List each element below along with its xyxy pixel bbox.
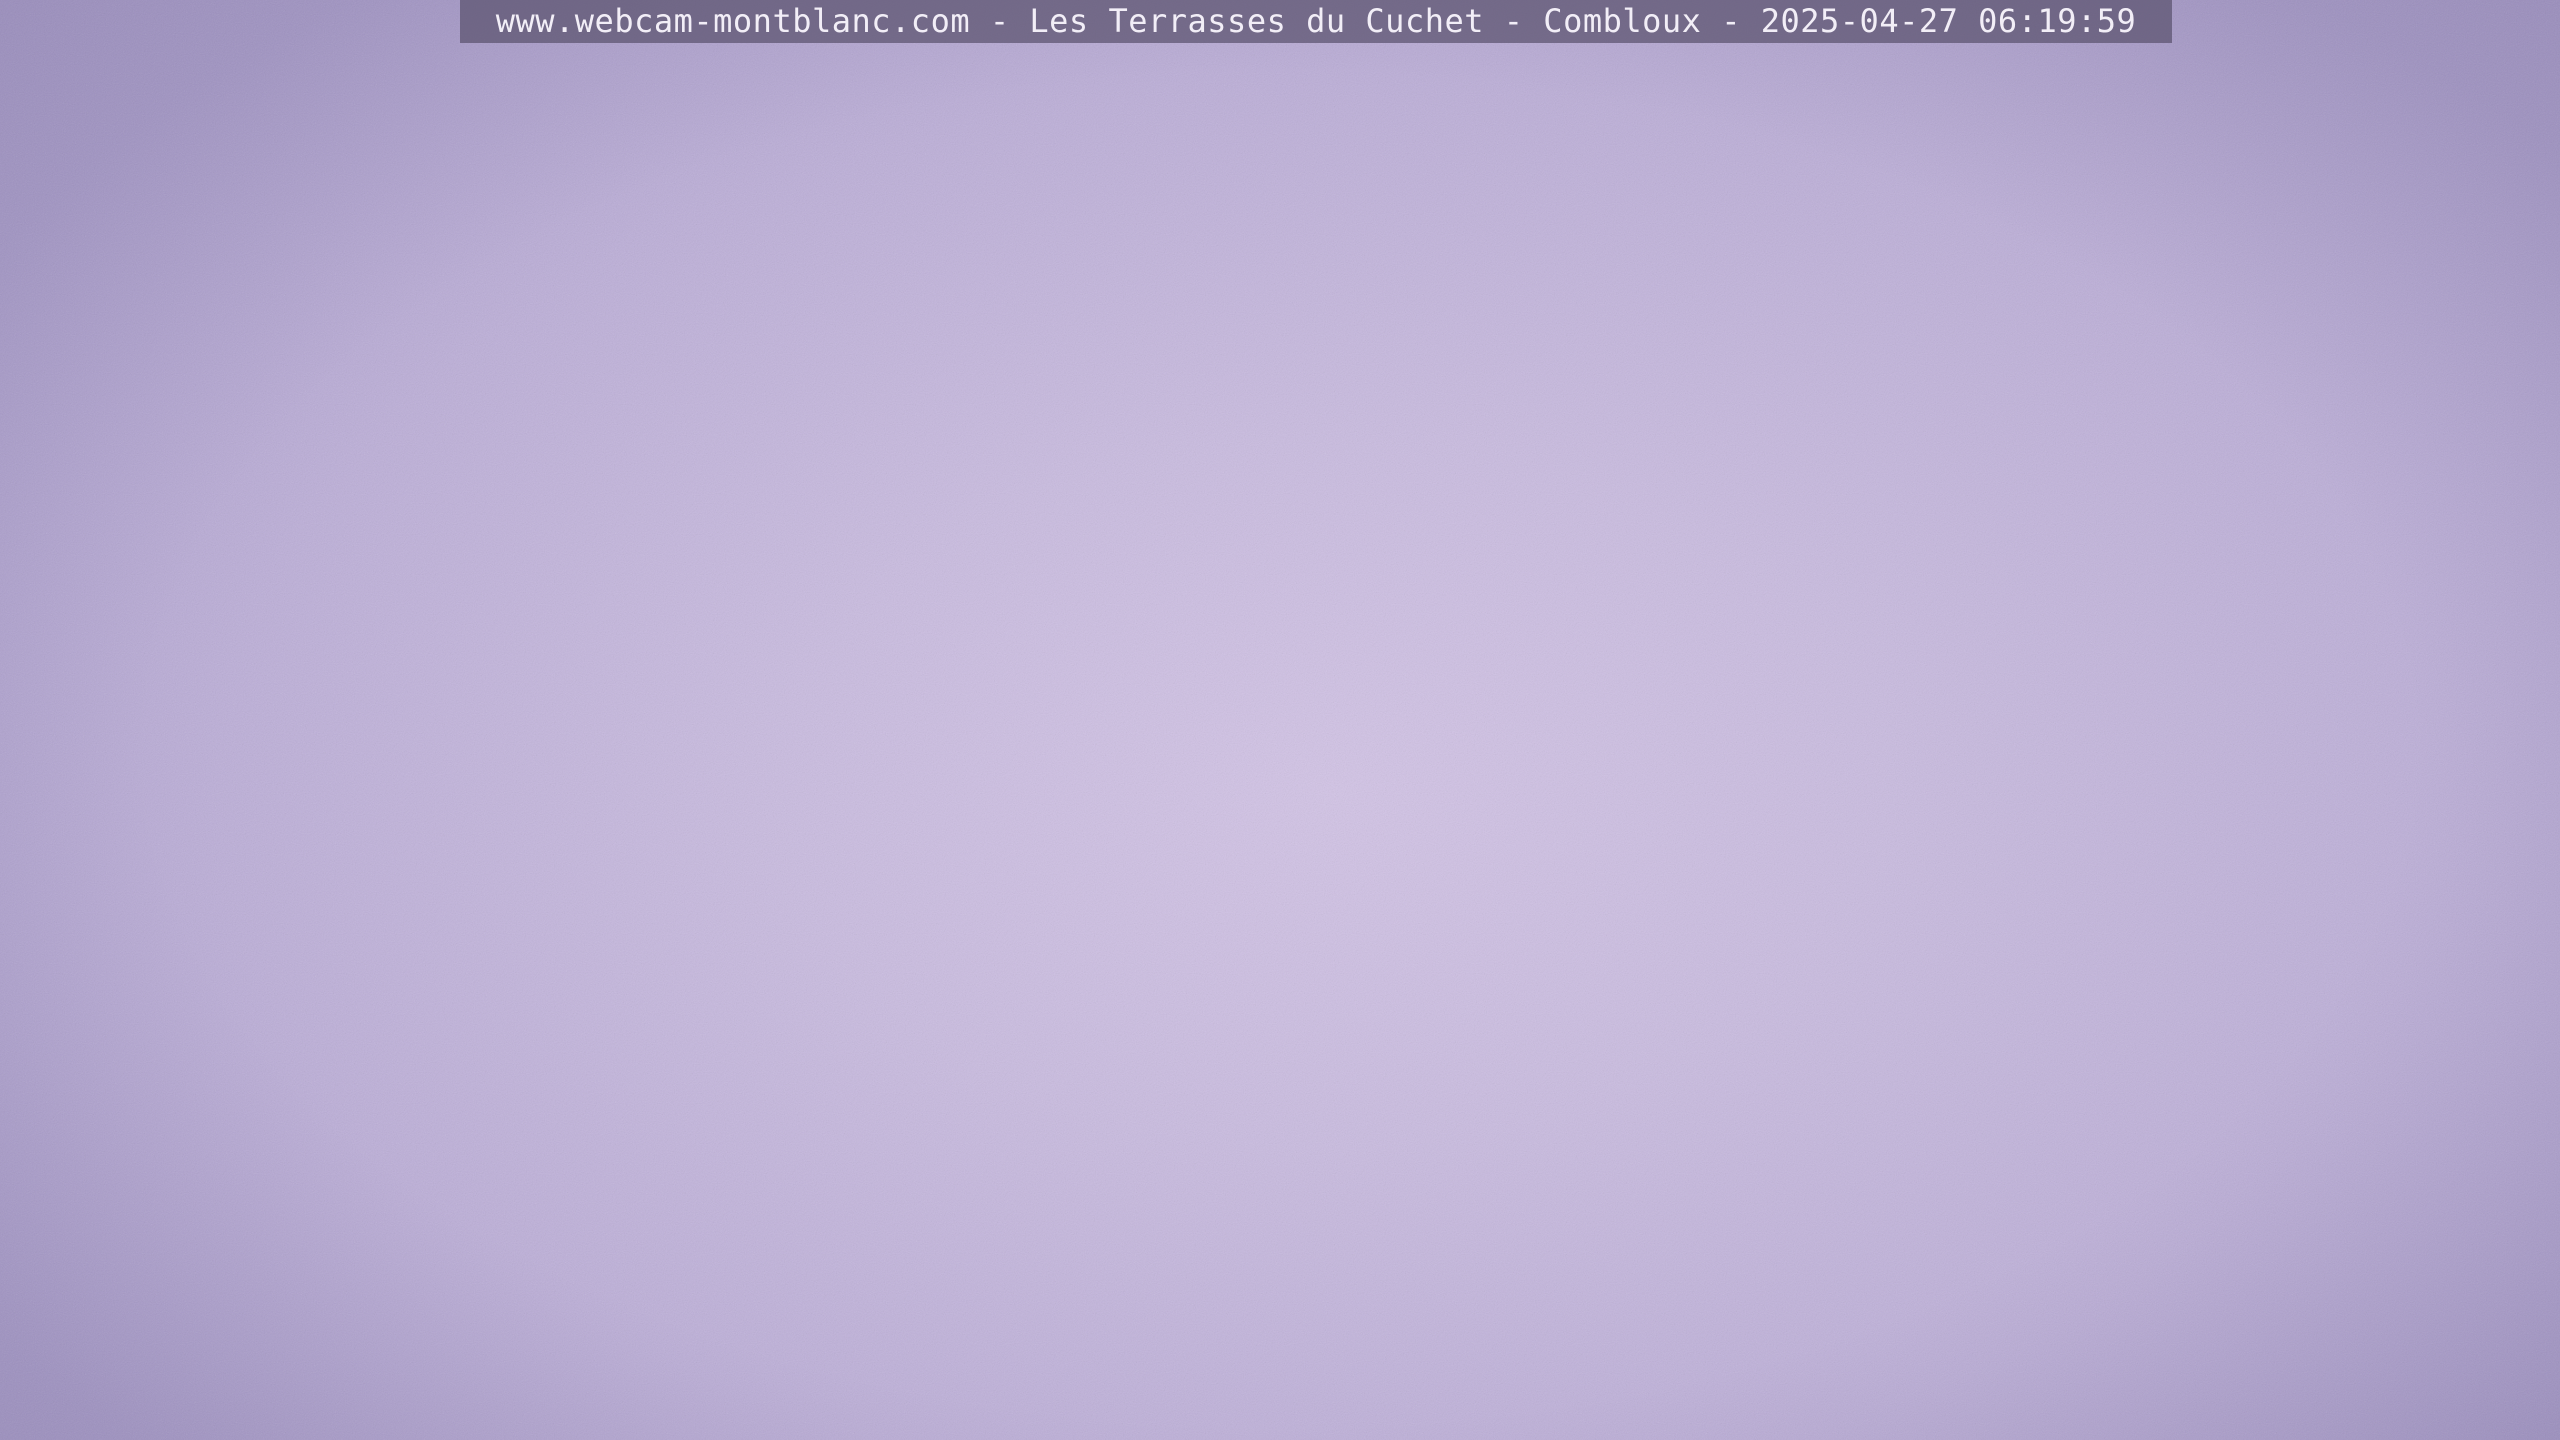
lens-vignette	[0, 0, 2560, 1440]
webcam-image: www.webcam-montblanc.com - Les Terrasses…	[0, 0, 2560, 1440]
timestamp-overlay: www.webcam-montblanc.com - Les Terrasses…	[460, 0, 2172, 43]
overlay-caption: www.webcam-montblanc.com - Les Terrasses…	[495, 2, 2137, 40]
